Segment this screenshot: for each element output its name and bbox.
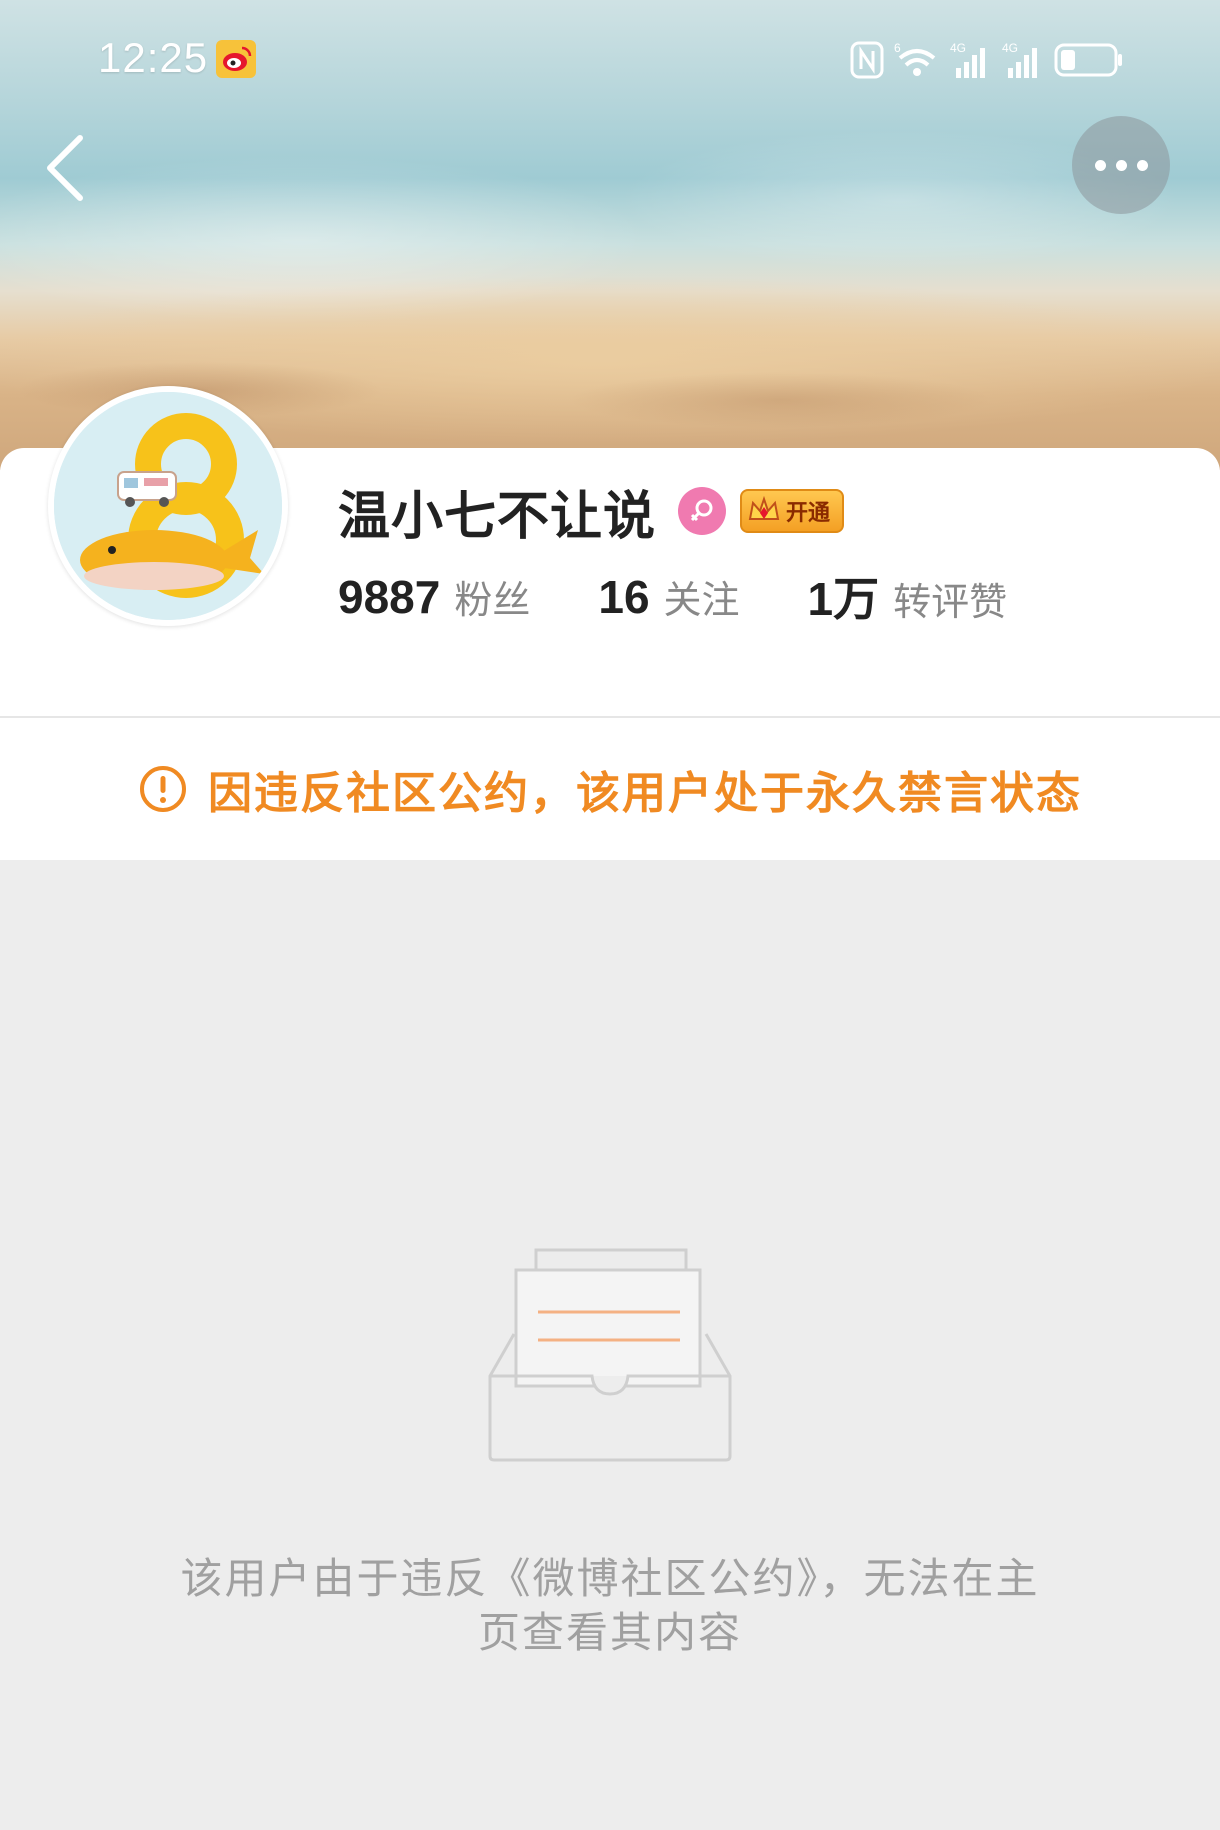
svg-text:4G: 4G (950, 41, 966, 55)
more-dot (1115, 159, 1127, 171)
stat-followers[interactable]: 9887 粉丝 (338, 569, 530, 624)
stats-row: 9887 粉丝 16 关注 1万 转评赞 (338, 564, 1075, 628)
signal-4g-icon: 4G (950, 41, 985, 78)
empty-state-line-1: 该用户由于违反《微博社区公约》，无法在主 (180, 1554, 1040, 1603)
empty-state-line-2: 页查看其内容 (477, 1608, 742, 1657)
stat-interactions[interactable]: 1万 转评赞 (808, 563, 1008, 629)
more-horizontal-icon (1094, 159, 1106, 171)
username-row: 温小七不让说 开通 (338, 476, 845, 547)
stat-value: 9887 (338, 570, 441, 623)
empty-inbox-icon (488, 1248, 732, 1462)
stat-label: 转评赞 (893, 580, 1008, 624)
stat-following[interactable]: 16 关注 (598, 569, 739, 624)
stat-value: 1万 (807, 573, 880, 625)
more-dot (1136, 159, 1148, 171)
warning-circle-icon (140, 766, 186, 812)
username: 温小七不让说 (338, 486, 657, 547)
more-options-button[interactable] (1072, 116, 1170, 214)
ban-notice-text: 因违反社区公约，该用户处于永久禁言状态 (208, 768, 1082, 819)
chevron-left-icon (47, 135, 83, 201)
weibo-icon (216, 40, 256, 78)
avatar[interactable] (48, 386, 288, 626)
wifi-6-icon: 6 (894, 41, 936, 76)
stat-label: 粉丝 (454, 577, 531, 622)
empty-state-message: 该用户由于违反《微博社区公约》，无法在主 页查看其内容 (130, 1552, 1090, 1660)
vip-badge-label: 开通 (786, 501, 831, 526)
stat-value: 16 (598, 570, 650, 623)
avatar-image (54, 392, 282, 620)
svg-text:6: 6 (894, 41, 901, 55)
status-indicators: 6 4G 4G (850, 38, 1124, 82)
back-button[interactable] (36, 128, 96, 208)
vip-open-badge[interactable]: 开通 (740, 489, 845, 533)
signal-4g-icon: 4G (1002, 41, 1037, 78)
female-icon (678, 487, 727, 535)
svg-text:4G: 4G (1002, 41, 1018, 55)
stat-label: 关注 (663, 577, 740, 622)
status-time: 12:25 (98, 34, 209, 81)
battery-icon (1054, 43, 1122, 77)
nfc-icon (850, 41, 884, 79)
ban-notice: 因违反社区公约，该用户处于永久禁言状态 (0, 718, 1220, 860)
crown-icon (748, 495, 780, 520)
status-bar: 12:25 6 4G 4G (0, 30, 1220, 90)
